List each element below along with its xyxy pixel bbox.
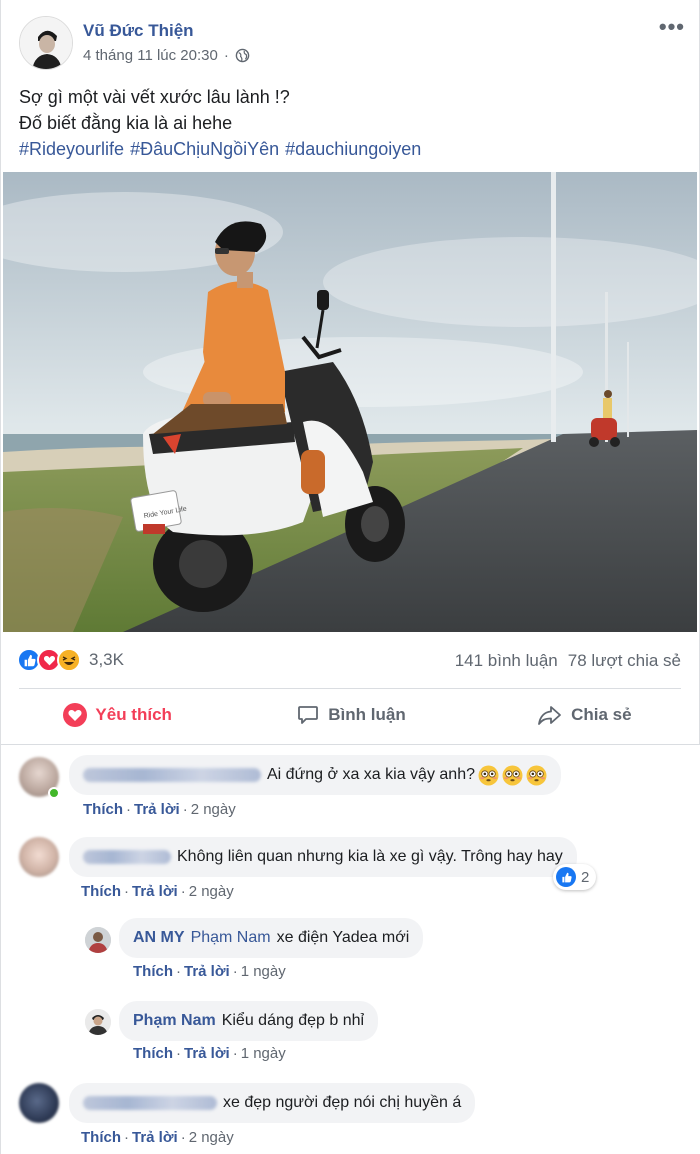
dot-separator: ·	[223, 47, 229, 64]
reply-like-link[interactable]: Thích	[133, 963, 173, 980]
comment-text: Không liên quan nhưng kia là xe gì vậy. …	[177, 848, 563, 865]
share-count-link[interactable]: 78 lượt chia sẻ	[568, 651, 681, 671]
more-options-ellipsis-icon[interactable]: •••	[659, 14, 685, 40]
comment-reply-link[interactable]: Trả lời	[132, 1129, 178, 1146]
like-icon	[556, 867, 576, 887]
reaction-summary[interactable]: 3,3K	[17, 648, 124, 672]
comment-like-count-badge[interactable]: 2	[553, 864, 597, 890]
caption-line-2: Đố biết đằng kia là ai hehe	[19, 113, 233, 133]
comment-time[interactable]: 2 ngày	[191, 801, 236, 818]
author-avatar[interactable]	[19, 16, 73, 70]
caption-line-1: Sợ gì một vài vết xước lâu lành !?	[19, 87, 290, 107]
post-photo[interactable]: Ride Your Life	[3, 172, 697, 632]
comment-button[interactable]: Bình luận	[234, 692, 467, 738]
comment-time[interactable]: 2 ngày	[189, 1129, 234, 1146]
post-caption: Sợ gì một vài vết xước lâu lành !? Đố bi…	[19, 84, 427, 162]
comment-count-link[interactable]: 141 bình luận	[455, 651, 558, 671]
reply-time[interactable]: 1 ngày	[241, 1045, 286, 1062]
reply: Phạm Nam Kiểu dáng đẹp b nhỉ Thích · Trả l…	[1, 997, 700, 1077]
post-timestamp[interactable]: 4 tháng 11 lúc 20:30	[83, 47, 218, 64]
reaction-count: 3,3K	[89, 650, 124, 669]
comment-button-label: Bình luận	[328, 705, 406, 724]
comment-time[interactable]: 2 ngày	[189, 883, 234, 900]
share-arrow-icon	[538, 706, 561, 725]
share-button[interactable]: Chia sẻ	[468, 692, 700, 738]
replier-avatar[interactable]	[85, 1009, 111, 1035]
comment-bubble: xe đẹp người đẹp nói chị huyền á	[69, 1083, 476, 1123]
tagged-user[interactable]: Phạm Nam	[191, 929, 271, 947]
hashtag-link[interactable]: #Rideyourlife	[19, 139, 124, 159]
replier-name[interactable]: Phạm Nam	[133, 1012, 216, 1030]
love-button[interactable]: Yêu thích	[1, 692, 234, 738]
author-name[interactable]: Vũ Đức Thiện	[83, 21, 194, 41]
flushed-face-icon	[526, 765, 547, 785]
reply-time[interactable]: 1 ngày	[241, 963, 286, 980]
flushed-face-icon	[478, 765, 499, 785]
share-button-label: Chia sẻ	[571, 705, 632, 724]
engagement-counts: 141 bình luận 78 lượt chia sẻ	[455, 651, 681, 671]
post-actions: Yêu thích Bình luận Chia sẻ	[1, 692, 700, 738]
comment: xe đẹp người đẹp nói chị huyền á Thích · T…	[1, 1079, 700, 1154]
author-avatar-image	[20, 17, 72, 69]
hashtag-link[interactable]: #dauchiungoiyen	[285, 139, 421, 159]
replier-avatar[interactable]	[85, 927, 111, 953]
reply: AN MY Phạm Nam xe điện Yadea mới Thích · T…	[1, 915, 700, 995]
haha-reaction-icon	[57, 648, 81, 672]
divider	[19, 688, 681, 689]
reply-actions: Thích · Trả lời · 1 ngày	[133, 1045, 286, 1062]
post-header: Vũ Đức Thiện 4 tháng 11 lúc 20:30 · •••	[1, 0, 700, 80]
commenter-avatar[interactable]	[19, 1083, 59, 1123]
reply-text: Kiểu dáng đẹp b nhỉ	[221, 1012, 365, 1029]
scooter-photo: Ride Your Life	[3, 172, 697, 632]
online-status-indicator	[48, 787, 60, 799]
comment-like-link[interactable]: Thích	[83, 801, 123, 818]
comment: Ai đứng ở xa xa kia vậy anh? Thích · Trả l…	[1, 745, 700, 825]
reply-like-link[interactable]: Thích	[133, 1045, 173, 1062]
comment-actions: Thích · Trả lời · 2 ngày	[81, 883, 234, 900]
comment-like-link[interactable]: Thích	[81, 1129, 121, 1146]
hashtags: #Rideyourlife #ĐâuChịuNgồiYên #dauchiungoi…	[19, 136, 427, 162]
globe-icon[interactable]	[235, 48, 250, 63]
comment-reply-link[interactable]: Trả lời	[132, 883, 178, 900]
blurred-commenter-name[interactable]	[83, 850, 171, 864]
reply-reply-link[interactable]: Trả lời	[184, 1045, 230, 1062]
commenter-avatar[interactable]	[19, 837, 59, 877]
comment-actions: Thích · Trả lời · 2 ngày	[81, 1129, 234, 1146]
blurred-commenter-name[interactable]	[83, 1096, 217, 1110]
comment-like-count: 2	[581, 868, 590, 886]
comment-bubble: Ai đứng ở xa xa kia vậy anh?	[69, 755, 561, 795]
heart-icon	[63, 703, 88, 727]
comments-section: Ai đứng ở xa xa kia vậy anh? Thích · Trả l…	[1, 744, 700, 1154]
reply-bubble: Phạm Nam Kiểu dáng đẹp b nhỉ	[119, 1001, 379, 1041]
comment-text: xe đẹp người đẹp nói chị huyền á	[223, 1094, 462, 1111]
comment-icon	[298, 706, 319, 724]
comment-actions: Thích · Trả lời · 2 ngày	[83, 801, 236, 818]
comment-reply-link[interactable]: Trả lời	[134, 801, 180, 818]
comment: Không liên quan nhưng kia là xe gì vậy. …	[1, 827, 700, 907]
comment-text: Ai đứng ở xa xa kia vậy anh?	[267, 766, 475, 783]
comment-bubble: Không liên quan nhưng kia là xe gì vậy. …	[69, 837, 577, 877]
hashtag-link[interactable]: #ĐâuChịuNgồiYên	[130, 139, 279, 159]
reply-reply-link[interactable]: Trả lời	[184, 963, 230, 980]
post-meta: 4 tháng 11 lúc 20:30 ·	[83, 47, 250, 64]
reply-actions: Thích · Trả lời · 1 ngày	[133, 963, 286, 980]
comment-like-link[interactable]: Thích	[81, 883, 121, 900]
blurred-commenter-name[interactable]	[83, 768, 261, 782]
post-stats: 3,3K 141 bình luận 78 lượt chia sẻ	[1, 640, 700, 680]
replier-name[interactable]: AN MY	[133, 929, 185, 947]
reply-text: xe điện Yadea mới	[276, 929, 410, 946]
flushed-face-icon	[502, 765, 523, 785]
love-button-label: Yêu thích	[95, 705, 172, 724]
facebook-post: Vũ Đức Thiện 4 tháng 11 lúc 20:30 · ••• …	[0, 0, 700, 1154]
reply-bubble: AN MY Phạm Nam xe điện Yadea mới	[119, 918, 424, 958]
